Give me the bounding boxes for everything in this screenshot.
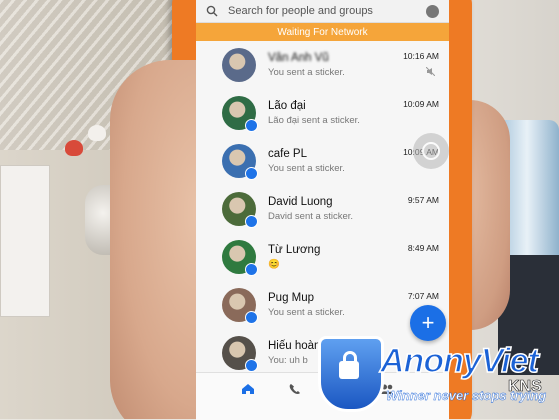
avatar[interactable] — [222, 48, 256, 82]
avatar[interactable] — [222, 96, 258, 132]
network-status-banner: Waiting For Network — [196, 23, 449, 41]
avatar[interactable] — [222, 144, 258, 180]
messenger-badge-icon — [245, 359, 258, 372]
conversation-row[interactable]: Từ Lương 😊 8:49 AM — [196, 233, 449, 281]
messenger-badge-icon — [245, 167, 258, 180]
message-time: 9:57 AM — [407, 195, 439, 205]
touch-indicator — [413, 133, 449, 169]
message-snippet: You sent a sticker. — [268, 67, 345, 78]
flower — [65, 140, 83, 156]
message-snippet: Lão đại sent a sticker. — [268, 115, 360, 126]
message-time: 10:09 AM — [403, 99, 439, 109]
message-time: 8:49 AM — [407, 243, 439, 253]
shield-logo — [318, 336, 384, 412]
search-bar[interactable]: Search for people and groups — [196, 0, 449, 23]
watermark-corner: KNS — [508, 378, 542, 396]
search-icon — [206, 5, 218, 17]
message-time: 10:16 AM — [403, 51, 439, 61]
watermark-brand: AnonyViet — [379, 341, 539, 381]
search-input[interactable]: Search for people and groups — [228, 5, 426, 17]
avatar[interactable] — [222, 192, 258, 228]
flower — [88, 125, 106, 141]
mute-icon — [426, 67, 435, 76]
add-icon: + — [421, 310, 435, 335]
desk-calendar — [0, 165, 50, 317]
avatar[interactable] — [222, 288, 258, 324]
message-snippet: David sent a sticker. — [268, 211, 354, 222]
phone-icon[interactable] — [288, 383, 302, 395]
lock-icon — [339, 351, 359, 379]
conversation-row[interactable]: cafe PLYou sent a sticker.10:09 AM — [196, 137, 449, 185]
conversation-row[interactable]: Vân Anh Vũ You sent a sticker. 10:16 AM — [196, 41, 449, 89]
avatar[interactable] — [222, 240, 258, 276]
messenger-badge-icon — [245, 215, 258, 228]
conversation-row[interactable]: David Luong David sent a sticker. 9:57 AM — [196, 185, 449, 233]
account-icon[interactable] — [426, 4, 439, 18]
messenger-badge-icon — [245, 119, 258, 132]
message-time: 7:07 AM — [407, 291, 439, 301]
conversation-row[interactable]: Lão đại Lão đại sent a sticker. 10:09 AM — [196, 89, 449, 137]
site-watermark: AnonyViet Winner never stops trying KNS — [318, 336, 559, 419]
home-icon[interactable] — [241, 383, 255, 395]
message-snippet: 😊 — [268, 259, 280, 270]
avatar[interactable] — [222, 336, 258, 372]
network-status-text: Waiting For Network — [277, 26, 368, 38]
messenger-badge-icon — [245, 311, 258, 324]
messenger-badge-icon — [245, 263, 258, 276]
